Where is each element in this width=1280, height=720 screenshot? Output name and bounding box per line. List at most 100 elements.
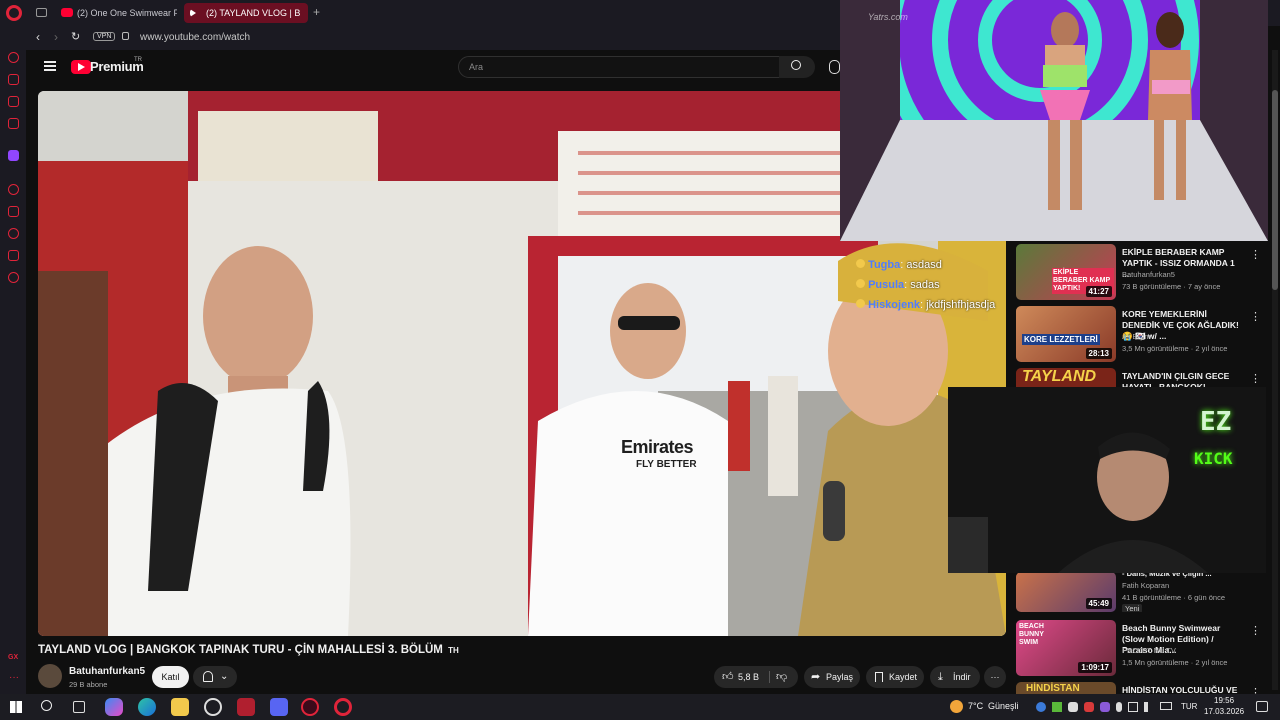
voice-search-icon[interactable] bbox=[829, 60, 840, 74]
search-icon[interactable] bbox=[41, 700, 52, 711]
recommendation-item[interactable]: TAYLAND TAYLAND'IN ÇILGIN GECE HAYATI - … bbox=[1016, 368, 1274, 388]
twitch-icon[interactable] bbox=[8, 150, 19, 161]
search-button[interactable] bbox=[779, 56, 815, 78]
webcam-overlay[interactable]: EZ KICK bbox=[948, 387, 1266, 573]
thumbnail-text: TAYLAND bbox=[1022, 368, 1097, 385]
more-vert-icon[interactable]: ⋮ bbox=[1250, 624, 1261, 637]
file-explorer-icon[interactable] bbox=[171, 698, 189, 716]
start-icon[interactable] bbox=[10, 701, 22, 713]
channel-avatar[interactable] bbox=[38, 664, 62, 688]
pip-runway-frame bbox=[840, 0, 1268, 241]
browser-sidebar: GX ··· bbox=[0, 26, 26, 694]
pip-video-overlay[interactable]: Yatrs.com bbox=[840, 0, 1268, 241]
more-vert-icon[interactable]: ⋮ bbox=[1250, 248, 1261, 261]
edge-icon[interactable] bbox=[138, 698, 156, 716]
settings-icon[interactable] bbox=[8, 272, 19, 283]
notifications-icon[interactable] bbox=[1256, 701, 1268, 712]
network-icon[interactable] bbox=[1128, 702, 1138, 712]
copilot-icon[interactable] bbox=[105, 698, 123, 716]
history-icon[interactable] bbox=[8, 228, 19, 239]
recommendation-channel[interactable]: Batuhanfurkan5 bbox=[1122, 270, 1175, 279]
recommendation-thumbnail[interactable]: TAYLAND bbox=[1016, 368, 1116, 388]
like-count[interactable]: 5,8 B bbox=[738, 666, 759, 688]
pin-icon[interactable] bbox=[8, 206, 19, 217]
recommendation-channel[interactable]: Ali Biçim bbox=[1122, 332, 1151, 341]
more-vert-icon[interactable]: ⋮ bbox=[1250, 310, 1261, 323]
recommendation-thumbnail[interactable]: HİNDİSTAN bbox=[1016, 682, 1116, 694]
recommendation-title[interactable]: HİNDİSTAN YOLCULUĞU VE bbox=[1122, 685, 1240, 694]
battery-icon[interactable] bbox=[1160, 702, 1172, 710]
weather-icon[interactable] bbox=[950, 700, 963, 713]
player-icon[interactable] bbox=[8, 184, 19, 195]
weather-temperature[interactable]: 7°C bbox=[968, 701, 983, 711]
recommendation-thumbnail[interactable]: 45:49 bbox=[1016, 572, 1116, 612]
menu-icon[interactable] bbox=[44, 61, 56, 71]
shopping-icon[interactable] bbox=[8, 74, 19, 85]
bell-icon bbox=[203, 671, 213, 682]
more-vert-icon[interactable]: ⋮ bbox=[1250, 372, 1261, 385]
duration-badge: 1:09:17 bbox=[1078, 662, 1112, 673]
back-icon[interactable]: ‹ bbox=[36, 30, 40, 44]
mail-icon[interactable] bbox=[8, 118, 19, 129]
task-view-icon[interactable] bbox=[73, 701, 85, 713]
discord-tray-icon[interactable] bbox=[1068, 702, 1078, 712]
recommendation-thumbnail[interactable]: KORE LEZZETLERİ 28:13 bbox=[1016, 306, 1116, 362]
jersey-sponsor-text: Emirates bbox=[621, 437, 694, 457]
channel-name[interactable]: Batuhanfurkan5 bbox=[69, 666, 145, 677]
microphone-icon[interactable] bbox=[1116, 702, 1122, 712]
dislike-icon[interactable]: 👎︎ bbox=[776, 666, 787, 688]
save-button[interactable]: Kaydet bbox=[866, 666, 924, 688]
forward-icon[interactable]: › bbox=[54, 30, 58, 44]
join-button[interactable]: Katıl bbox=[152, 666, 189, 688]
opera-gx-active-icon[interactable] bbox=[301, 698, 319, 716]
recommendation-item[interactable]: KORE LEZZETLERİ 28:13 KORE YEMEKLERİNİ D… bbox=[1016, 306, 1274, 364]
url-text[interactable]: www.youtube.com/watch bbox=[140, 32, 250, 43]
tab-manager-icon[interactable] bbox=[36, 8, 47, 17]
recommendation-thumbnail[interactable]: EKİPLE BERABER KAMP YAPTIK! 41:27 bbox=[1016, 244, 1116, 300]
messenger-icon[interactable] bbox=[8, 96, 19, 107]
clock-time[interactable]: 19:56 bbox=[1214, 696, 1234, 705]
recommendation-channel[interactable]: Fatih Koparan bbox=[1122, 581, 1169, 590]
weather-label[interactable]: Güneşli bbox=[988, 701, 1019, 711]
gx-icon[interactable]: GX bbox=[8, 654, 18, 661]
flag-label: TH bbox=[448, 646, 459, 655]
more-icon[interactable]: ··· bbox=[9, 672, 19, 683]
opera-icon[interactable] bbox=[334, 698, 352, 716]
youtube-logo[interactable] bbox=[71, 60, 91, 74]
volume-icon[interactable] bbox=[1144, 702, 1154, 712]
discord-icon[interactable] bbox=[270, 698, 288, 716]
tab-label: (2) TAYLAND VLOG | B bbox=[206, 8, 301, 18]
nvidia-icon[interactable] bbox=[1052, 702, 1062, 712]
recommendation-channel[interactable]: PROJET NU TV bbox=[1122, 646, 1176, 655]
app-tray-icon[interactable] bbox=[1100, 702, 1110, 712]
recommendation-item[interactable]: BEACH BUNNY SWIM 1:09:17 Beach Bunny Swi… bbox=[1016, 620, 1274, 678]
input-language[interactable]: TUR bbox=[1181, 702, 1197, 711]
scrollbar-thumb[interactable] bbox=[1272, 90, 1278, 290]
tab-tayland-vlog[interactable]: (2) TAYLAND VLOG | B bbox=[184, 3, 308, 23]
like-icon[interactable]: 👍︎ bbox=[722, 666, 734, 688]
share-button[interactable]: ➦ Paylaş bbox=[804, 666, 860, 688]
ai-icon[interactable] bbox=[8, 52, 19, 63]
download-button[interactable]: ⤓ İndir bbox=[930, 666, 980, 688]
tab-swimwear[interactable]: (2) One One Swimwear Fa bbox=[55, 3, 177, 23]
opera-gx-icon[interactable] bbox=[204, 698, 222, 716]
divider bbox=[769, 671, 770, 683]
search-input[interactable]: Ara bbox=[458, 56, 780, 78]
more-vert-icon[interactable]: ⋮ bbox=[1250, 686, 1261, 694]
notifications-button[interactable]: ⌄ bbox=[193, 666, 237, 688]
vpn-badge[interactable]: VPN bbox=[93, 32, 116, 41]
page-scrollbar[interactable] bbox=[1272, 50, 1278, 690]
more-actions-button[interactable]: ··· bbox=[984, 666, 1006, 688]
app-icon[interactable] bbox=[237, 698, 255, 716]
new-tab-button[interactable]: + bbox=[313, 5, 320, 19]
steam-icon[interactable] bbox=[1036, 702, 1046, 712]
recommendation-title[interactable]: TAYLAND'IN ÇILGIN GECE HAYATI - BANGKOK! bbox=[1122, 371, 1240, 388]
clock-date[interactable]: 17.03.2026 bbox=[1204, 707, 1244, 716]
reload-icon[interactable]: ↻ bbox=[71, 30, 80, 43]
recommendation-item[interactable]: HİNDİSTAN HİNDİSTAN YOLCULUĞU VE ⋮ bbox=[1016, 682, 1274, 694]
extensions-icon[interactable] bbox=[8, 250, 19, 261]
recommendation-item[interactable]: EKİPLE BERABER KAMP YAPTIK! 41:27 EKİPLE… bbox=[1016, 244, 1274, 302]
app-tray-icon[interactable] bbox=[1084, 702, 1094, 712]
recommendation-thumbnail[interactable]: BEACH BUNNY SWIM 1:09:17 bbox=[1016, 620, 1116, 676]
opera-logo-icon[interactable] bbox=[6, 5, 22, 21]
